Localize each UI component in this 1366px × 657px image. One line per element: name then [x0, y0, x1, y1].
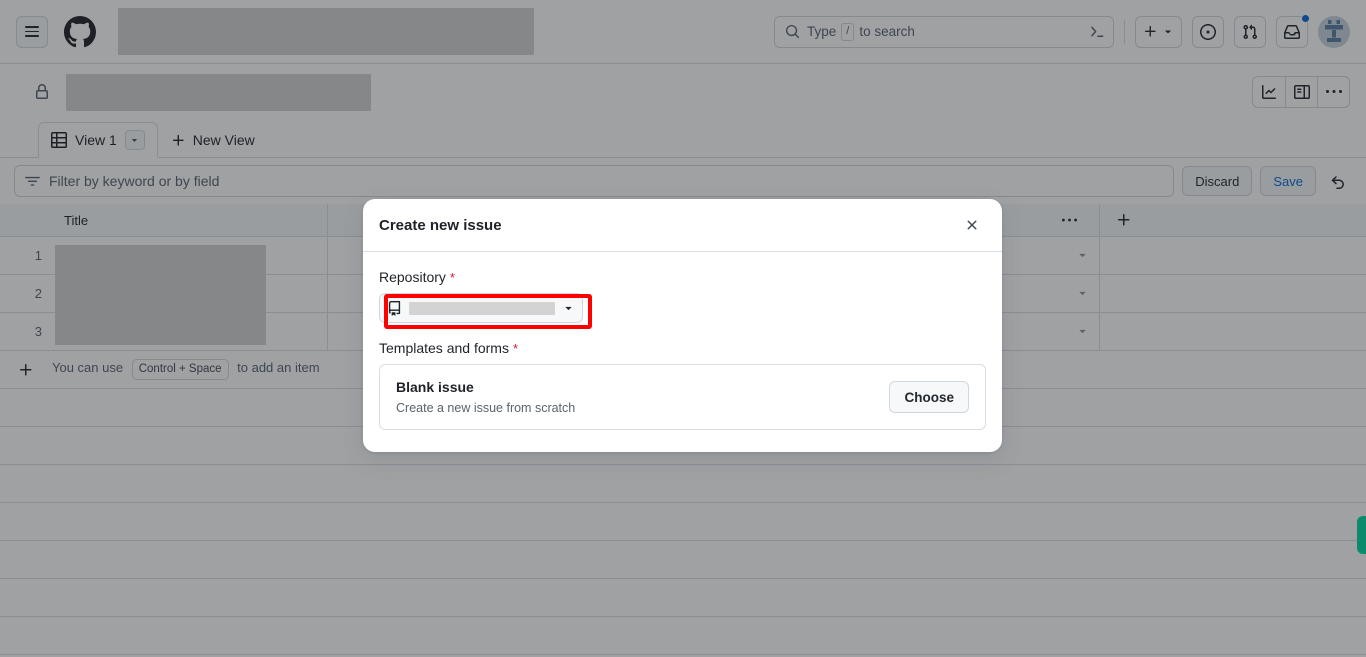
templates-field-label: Templates and forms *	[379, 340, 986, 356]
dialog-title: Create new issue	[379, 216, 502, 234]
templates-label-text: Templates and forms	[379, 340, 509, 356]
repository-required-mark: *	[449, 270, 455, 285]
repo-icon	[387, 300, 402, 316]
repository-select[interactable]	[379, 293, 583, 323]
template-name: Blank issue	[396, 379, 474, 395]
repository-field-label: Repository *	[379, 269, 986, 285]
templates-required-mark: *	[512, 341, 519, 356]
template-description: Create a new issue from scratch	[396, 401, 576, 415]
repository-label-text: Repository	[379, 269, 446, 285]
template-item-blank-issue[interactable]: Blank issue Create a new issue from scra…	[379, 364, 986, 430]
repository-value-redacted	[409, 301, 555, 315]
dialog-body: Repository * Templates and forms * Blank…	[363, 252, 1002, 452]
create-new-issue-dialog: Create new issue Repository * Templates …	[363, 199, 1002, 452]
template-text-block: Blank issue Create a new issue from scra…	[396, 379, 575, 415]
choose-button[interactable]: Choose	[889, 381, 969, 413]
dialog-header: Create new issue	[363, 199, 1002, 252]
github-project-page: Type / to search View 1 New View Filter …	[0, 0, 1366, 657]
close-icon[interactable]	[958, 211, 986, 239]
repository-chevron-down-icon[interactable]	[562, 302, 575, 315]
